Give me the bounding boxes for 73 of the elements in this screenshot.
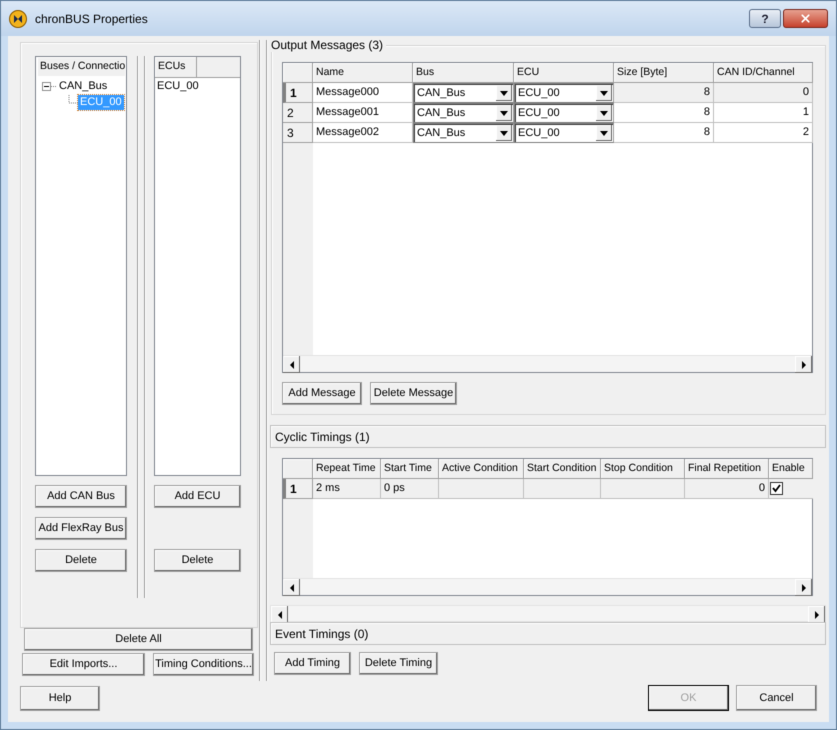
row-header[interactable]: 2 (283, 103, 313, 123)
column-header[interactable]: Size [Byte] (614, 63, 714, 83)
row-header[interactable]: 3 (283, 123, 313, 143)
table-cell: 1 (714, 103, 813, 123)
scroll-left-icon[interactable] (283, 356, 300, 373)
table-cell: Message002 (313, 123, 413, 143)
table-cell: 8 (614, 83, 714, 103)
table-cell: 8 (614, 123, 714, 143)
table-cell: 0 (714, 83, 813, 103)
horizontal-scrollbar[interactable] (283, 355, 812, 372)
dropdown[interactable]: CAN_Bus (413, 123, 514, 143)
column-header[interactable]: Repeat Time (313, 459, 381, 479)
column-header[interactable]: Final Repetition (685, 459, 769, 479)
column-header[interactable]: Enable (769, 459, 813, 479)
button[interactable]: Add CAN Bus (35, 485, 127, 508)
app-logo-icon (9, 10, 27, 28)
dropdown[interactable]: CAN_Bus (413, 103, 514, 123)
button[interactable]: Add ECU (154, 485, 241, 508)
table-cell: 0 ps (381, 479, 439, 499)
table-cell: 8 (614, 103, 714, 123)
scroll-left-icon[interactable] (271, 606, 288, 623)
tree-item[interactable]: CAN_Bus (57, 78, 110, 94)
scroll-left-icon[interactable] (283, 579, 300, 596)
close-button[interactable] (783, 9, 828, 28)
section-header: Cyclic Timings (1) (270, 425, 826, 448)
column-header[interactable] (283, 459, 313, 479)
column-header[interactable] (283, 63, 313, 83)
button[interactable]: Cancel (736, 685, 817, 711)
row-header[interactable]: 1 (283, 83, 313, 103)
button[interactable]: Add Timing (274, 652, 351, 675)
column-header[interactable]: Start Time (381, 459, 439, 479)
table-cell: 2 (714, 123, 813, 143)
button[interactable]: Delete All (24, 628, 253, 651)
section-header: Event Timings (0) (270, 622, 826, 645)
scroll-right-icon[interactable] (808, 606, 825, 623)
dropdown[interactable]: CAN_Bus (413, 83, 514, 103)
button[interactable]: Delete (154, 549, 241, 572)
group-title: Output Messages (3) (268, 38, 386, 52)
horizontal-scrollbar[interactable] (283, 578, 812, 595)
column-header[interactable]: Buses / Connectio (36, 57, 126, 77)
table-cell: Message000 (313, 83, 413, 103)
table-cell: Message001 (313, 103, 413, 123)
button[interactable]: Delete Message (370, 382, 457, 405)
checkbox[interactable] (770, 482, 783, 495)
horizontal-scrollbar[interactable] (270, 605, 826, 622)
close-icon (799, 12, 812, 25)
table-cell: 0 (685, 479, 769, 499)
table-cell: 2 ms (313, 479, 381, 499)
scroll-right-icon[interactable] (795, 579, 812, 596)
row-header[interactable]: 1 (283, 479, 313, 499)
column-header[interactable]: ECU (514, 63, 614, 83)
column-header[interactable]: Start Condition (524, 459, 601, 479)
button[interactable]: Edit Imports... (22, 653, 145, 676)
dropdown[interactable]: ECU_00 (514, 103, 614, 123)
button[interactable]: Delete Timing (359, 652, 438, 675)
column-header[interactable]: CAN ID/Channel (714, 63, 813, 83)
help-button[interactable]: ? (749, 9, 781, 28)
button[interactable]: Help (20, 686, 100, 710)
dropdown[interactable]: ECU_00 (514, 83, 614, 103)
column-header[interactable]: Name (313, 63, 413, 83)
column-header[interactable]: ECUs (155, 57, 197, 77)
button[interactable]: Timing Conditions... (153, 653, 254, 676)
collapse-icon[interactable] (42, 80, 57, 92)
scroll-right-icon[interactable] (795, 356, 812, 373)
list-item[interactable]: ECU_00 (155, 78, 240, 94)
window-title: chronBUS Properties (35, 10, 148, 28)
button[interactable]: Delete (35, 549, 127, 572)
column-header[interactable]: Active Condition (439, 459, 524, 479)
button[interactable]: Add FlexRay Bus (35, 517, 127, 540)
button[interactable]: Add Message (282, 382, 362, 405)
column-header[interactable]: Stop Condition (601, 459, 685, 479)
column-header[interactable]: Bus (413, 63, 514, 83)
dropdown[interactable]: ECU_00 (514, 123, 614, 143)
